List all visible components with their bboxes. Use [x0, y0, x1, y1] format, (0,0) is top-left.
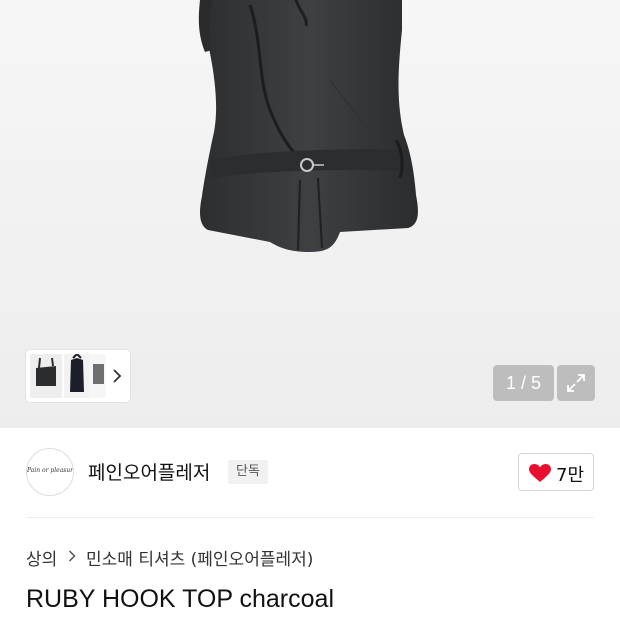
thumbnail-1[interactable] [30, 354, 62, 398]
brand-logo-text: Pain or pleasure [27, 467, 74, 474]
heart-icon [529, 464, 551, 482]
product-image-gallery[interactable]: 1 / 5 [0, 0, 620, 428]
brand-row: Pain or pleasure 페인오어플레저 단독 7만 [0, 428, 620, 518]
breadcrumb-item-subcategory[interactable]: 민소매 티셔츠 (페인오어플레저) [86, 545, 313, 570]
exclusive-badge: 단독 [228, 460, 268, 484]
brand-logo[interactable]: Pain or pleasure [26, 448, 74, 496]
expand-icon [567, 374, 585, 392]
image-counter: 1 / 5 [493, 365, 554, 401]
chevron-right-icon[interactable] [112, 366, 122, 386]
expand-button[interactable] [557, 365, 595, 401]
product-title: RUBY HOOK TOP charcoal [26, 585, 334, 613]
breadcrumb-item-category[interactable]: 상의 [26, 545, 57, 570]
thumbnail-3[interactable] [90, 354, 106, 398]
thumbnail-strip[interactable] [26, 350, 130, 402]
like-count: 7만 [556, 465, 585, 486]
chevron-right-icon [68, 550, 76, 562]
thumbnail-2[interactable] [64, 354, 90, 398]
brand-name[interactable]: 페인오어플레저 [88, 458, 210, 485]
like-button[interactable]: 7만 [518, 453, 594, 491]
divider [26, 517, 594, 518]
